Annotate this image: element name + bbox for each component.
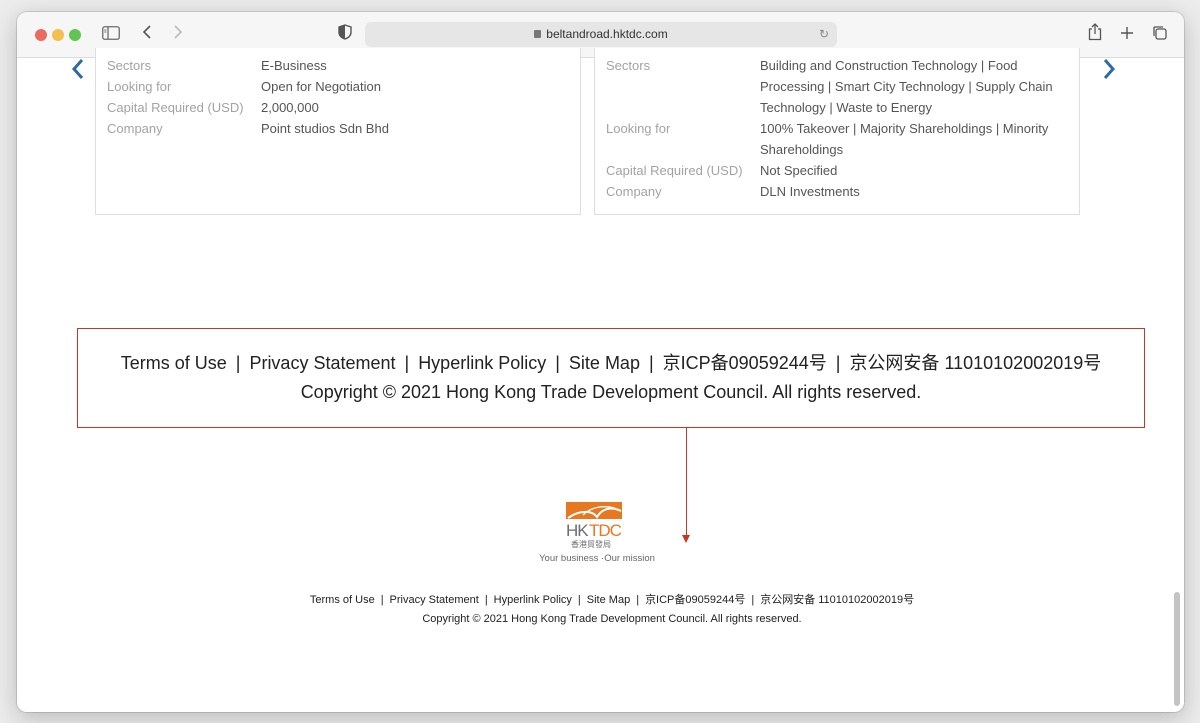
hyperlink-policy-link[interactable]: Hyperlink Policy	[418, 353, 546, 373]
lock-icon	[534, 30, 542, 38]
opportunity-card[interactable]: Sectors E-Business Looking for Open for …	[95, 48, 581, 215]
tab-overview-button[interactable]	[1152, 25, 1168, 45]
footer-links: Terms of Use | Privacy Statement | Hyperlink…	[17, 591, 1184, 607]
field-value: Not Specified	[760, 163, 838, 178]
vertical-scrollbar[interactable]	[1172, 588, 1182, 710]
terms-of-use-link[interactable]: Terms of Use	[310, 594, 375, 606]
terms-of-use-link[interactable]: Terms of Use	[121, 353, 227, 373]
scrollbar-thumb[interactable]	[1174, 592, 1180, 706]
browser-window: beltandroad.hktdc.com ↻ Sectors E-Busine…	[17, 12, 1184, 712]
field-label: Capital Required (USD)	[606, 163, 743, 178]
separator: |	[235, 353, 241, 373]
field-value: DLN Investments	[760, 184, 860, 199]
plus-icon	[1121, 27, 1133, 39]
public-security-record-link[interactable]: 京公网安备 11010102002019号	[849, 353, 1101, 373]
field-label: Company	[107, 121, 163, 136]
chevron-right-icon	[174, 25, 183, 39]
field-label: Looking for	[107, 79, 172, 94]
svg-text:HK: HK	[566, 521, 589, 540]
callout-connector-line	[686, 427, 687, 537]
minimize-window-button[interactable]	[52, 29, 64, 41]
separator: |	[380, 594, 384, 606]
field-label: Capital Required (USD)	[107, 100, 244, 115]
privacy-statement-link[interactable]: Privacy Statement	[249, 353, 395, 373]
field-value: Processing | Smart City Technology | Sup…	[760, 79, 1053, 94]
hyperlink-policy-link[interactable]: Hyperlink Policy	[494, 594, 572, 606]
site-map-link[interactable]: Site Map	[569, 353, 640, 373]
callout-arrowhead-icon	[682, 535, 690, 543]
address-bar[interactable]: beltandroad.hktdc.com ↻	[365, 22, 837, 47]
close-window-button[interactable]	[35, 29, 47, 41]
shield-icon	[338, 24, 352, 40]
chevron-right-icon	[1103, 59, 1116, 79]
icp-license-link[interactable]: 京ICP备09059244号	[645, 594, 745, 606]
separator: |	[648, 353, 654, 373]
share-button[interactable]	[1088, 23, 1102, 43]
url-text: beltandroad.hktdc.com	[546, 27, 668, 41]
field-value: E-Business	[261, 58, 327, 73]
field-value: Open for Negotiation	[261, 79, 381, 94]
sidebar-icon[interactable]	[102, 24, 120, 44]
opportunity-card[interactable]: Sectors Building and Construction Techno…	[594, 48, 1080, 215]
tabs-overview-icon	[1153, 26, 1167, 40]
chevron-left-icon	[142, 25, 151, 39]
separator: |	[636, 594, 640, 606]
hktdc-logo-icon: HK TDC 香港貿發局	[566, 502, 623, 549]
field-label: Looking for	[606, 121, 671, 136]
field-value: 2,000,000	[261, 100, 319, 115]
reload-icon[interactable]: ↻	[819, 22, 829, 47]
callout-copyright: Copyright © 2021 Hong Kong Trade Develop…	[300, 382, 922, 402]
carousel-next-button[interactable]	[1102, 58, 1116, 81]
share-icon	[1088, 23, 1102, 41]
svg-text:香港貿發局: 香港貿發局	[571, 539, 611, 549]
privacy-report-button[interactable]	[338, 24, 352, 44]
separator: |	[555, 353, 560, 373]
back-button[interactable]	[142, 24, 152, 44]
separator: |	[751, 594, 755, 606]
field-value: Technology | Waste to Energy	[760, 100, 932, 115]
public-security-record-link[interactable]: 京公网安备 11010102002019号	[760, 594, 914, 606]
page-content: Sectors E-Business Looking for Open for …	[17, 48, 1184, 712]
zoom-window-button[interactable]	[69, 29, 81, 41]
field-label: Sectors	[107, 58, 152, 73]
separator: |	[404, 353, 410, 373]
chevron-left-icon	[71, 59, 84, 79]
svg-text:TDC: TDC	[589, 521, 622, 540]
icp-license-link[interactable]: 京ICP备09059244号	[663, 353, 827, 373]
forward-button[interactable]	[173, 24, 183, 44]
field-label: Sectors	[606, 58, 651, 73]
privacy-statement-link[interactable]: Privacy Statement	[390, 594, 479, 606]
new-tab-button[interactable]	[1120, 24, 1134, 44]
field-value: Point studios Sdn Bhd	[261, 121, 389, 136]
separator: |	[484, 594, 488, 606]
hktdc-logo[interactable]: HK TDC 香港貿發局	[563, 501, 625, 549]
field-value: Shareholdings	[760, 142, 844, 157]
separator: |	[835, 353, 841, 373]
field-label: Company	[606, 184, 662, 199]
field-value: Building and Construction Technology | F…	[760, 58, 1018, 73]
footer-zoom-callout: Terms of Use | Privacy Statement | Hyperlink…	[77, 328, 1145, 428]
separator: |	[577, 594, 581, 606]
footer-copyright: Copyright © 2021 Hong Kong Trade Develop…	[422, 613, 802, 625]
tagline: Your business ·Our mission	[539, 553, 655, 564]
field-value: 100% Takeover | Majority Shareholdings |…	[760, 121, 1049, 136]
carousel-prev-button[interactable]	[71, 58, 85, 81]
site-map-link[interactable]: Site Map	[587, 594, 630, 606]
callout-footer-links: Terms of Use | Privacy Statement | Hyperlink…	[78, 349, 1144, 375]
